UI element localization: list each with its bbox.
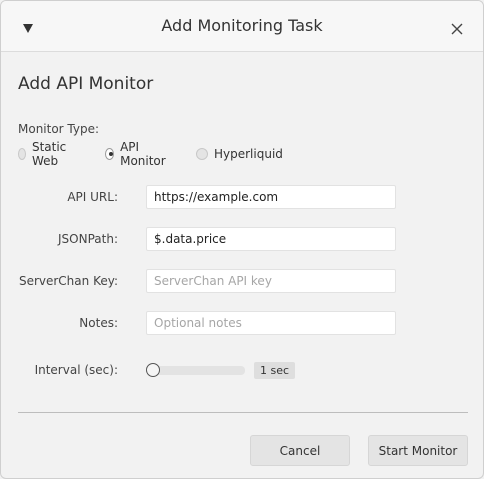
radio-hyperliquid-indicator[interactable] bbox=[196, 148, 208, 160]
dialog-window: Add Monitoring Task Add API Monitor Moni… bbox=[0, 0, 484, 479]
serverchan-key-label: ServerChan Key: bbox=[18, 274, 118, 288]
api-url-input[interactable] bbox=[146, 185, 396, 209]
notes-label: Notes: bbox=[79, 316, 118, 330]
radio-static-web[interactable]: Static Web bbox=[18, 140, 70, 168]
interval-label: Interval (sec): bbox=[34, 363, 118, 377]
notes-input[interactable] bbox=[146, 311, 396, 335]
section-title: Add API Monitor bbox=[18, 74, 154, 94]
radio-hyperliquid[interactable]: Hyperliquid bbox=[196, 146, 283, 162]
interval-value-badge: 1 sec bbox=[254, 362, 296, 379]
radio-api-monitor-label: API Monitor bbox=[120, 140, 166, 168]
dialog-title: Add Monitoring Task bbox=[161, 16, 323, 35]
monitor-type-label: Monitor Type: bbox=[18, 122, 100, 136]
interval-slider-track[interactable] bbox=[153, 366, 245, 375]
serverchan-key-input[interactable] bbox=[146, 269, 396, 293]
radio-static-web-indicator[interactable] bbox=[18, 148, 26, 160]
api-url-label: API URL: bbox=[67, 190, 118, 204]
interval-slider-handle[interactable] bbox=[146, 363, 160, 377]
divider bbox=[18, 412, 468, 413]
jsonpath-input[interactable] bbox=[146, 227, 396, 251]
close-icon[interactable] bbox=[449, 21, 465, 37]
start-monitor-button[interactable]: Start Monitor bbox=[368, 435, 468, 466]
radio-static-web-label: Static Web bbox=[31, 140, 67, 168]
radio-api-monitor[interactable]: API Monitor bbox=[105, 140, 169, 168]
title-bar: Add Monitoring Task bbox=[1, 1, 483, 52]
radio-hyperliquid-label: Hyperliquid bbox=[214, 147, 283, 161]
radio-api-monitor-indicator[interactable] bbox=[105, 148, 115, 160]
jsonpath-label: JSONPath: bbox=[58, 232, 118, 246]
cancel-button[interactable]: Cancel bbox=[250, 435, 350, 466]
